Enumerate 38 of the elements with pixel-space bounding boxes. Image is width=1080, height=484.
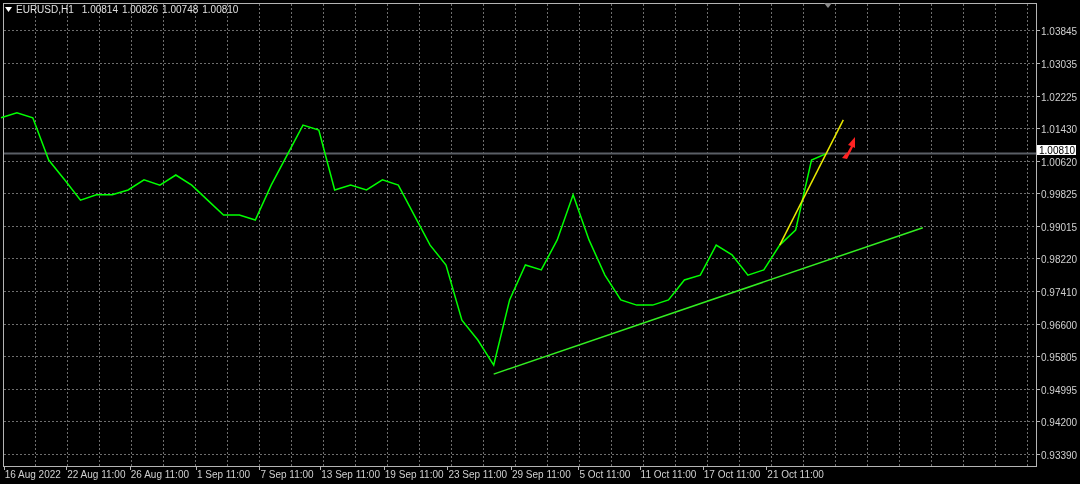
time-axis-label: 7 Sep 11:00 xyxy=(260,469,314,480)
quote-value: 1.00826 xyxy=(121,4,159,15)
price-axis-label: 0.93390 xyxy=(1041,449,1078,461)
time-axis-label: 21 Oct 11:00 xyxy=(767,469,824,480)
time-axis-label: 29 Sep 11:00 xyxy=(511,469,571,480)
price-axis-label: 0.94995 xyxy=(1041,384,1078,396)
time-axis-label: 23 Sep 11:00 xyxy=(448,469,508,480)
triangle-icon[interactable] xyxy=(824,3,832,8)
time-axis-label: 19 Sep 11:00 xyxy=(384,469,444,480)
price-axis-label: 0.97410 xyxy=(1041,286,1078,298)
price-axis-label: 1.01430 xyxy=(1041,123,1078,135)
price-axis-label: 0.98220 xyxy=(1041,253,1078,265)
price-axis-label: 0.99015 xyxy=(1041,221,1078,233)
quote-value: 1.00810 xyxy=(202,4,239,15)
dropdown-icon[interactable] xyxy=(5,7,12,12)
time-axis-label: 22 Aug 11:00 xyxy=(67,469,126,480)
symbol-label: EURUSD,H1 xyxy=(16,4,74,15)
trend-line[interactable] xyxy=(778,119,845,246)
time-axis-label: 5 Oct 11:00 xyxy=(579,469,631,480)
arrow-icon[interactable] xyxy=(842,137,855,159)
price-axis-label: 1.02225 xyxy=(1041,91,1078,103)
time-axis-label: 26 Aug 11:00 xyxy=(130,469,189,480)
price-axis-label: 1.00620 xyxy=(1041,156,1078,168)
quote-value: 1.00748 xyxy=(162,4,199,15)
quote-value: 1.00814 xyxy=(81,4,118,15)
price-axis-label: 0.94200 xyxy=(1041,416,1078,428)
price-axis-label: 1.03035 xyxy=(1041,58,1078,70)
price-axis-label: 1.03845 xyxy=(1041,25,1078,37)
time-axis-label: 17 Oct 11:00 xyxy=(703,469,761,480)
time-axis-label: 16 Aug 2022 xyxy=(4,469,61,480)
trend-line[interactable] xyxy=(492,226,924,375)
current-price-label: 1.00810 xyxy=(1037,144,1076,156)
time-axis-label: 1 Sep 11:00 xyxy=(196,469,251,480)
time-axis-label: 11 Oct 11:00 xyxy=(640,469,697,480)
price-axis-label: 0.95805 xyxy=(1041,351,1078,363)
price-axis-label: 0.96600 xyxy=(1041,319,1078,331)
price-axis-label: 0.99825 xyxy=(1041,188,1078,200)
time-axis-label: 13 Sep 11:00 xyxy=(321,469,380,480)
